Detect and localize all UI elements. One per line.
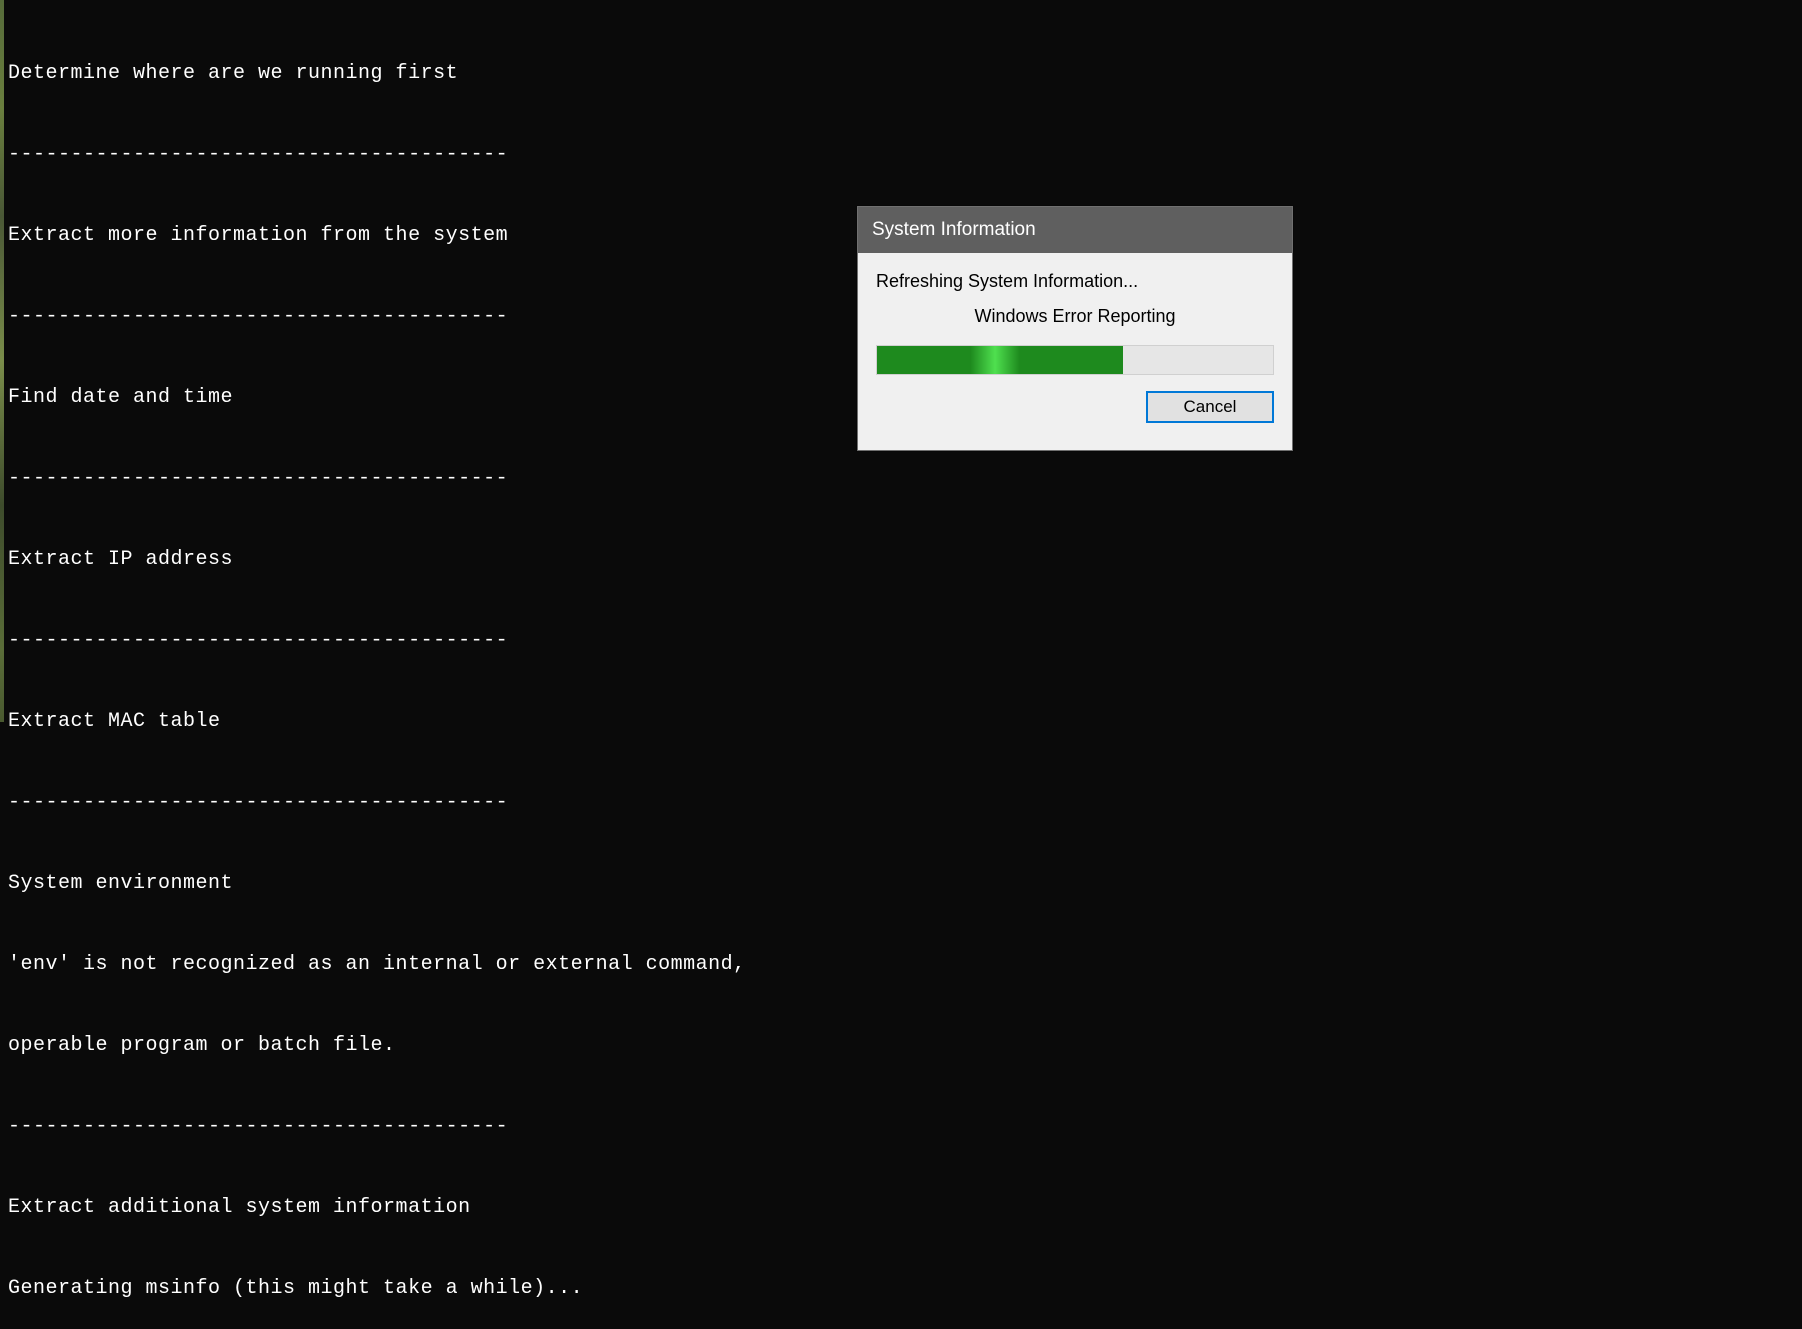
progress-fill [877, 346, 1123, 374]
dialog-title: System Information [872, 219, 1036, 241]
terminal-output: Determine where are we running first ---… [8, 6, 746, 1329]
dialog-task-text: Windows Error Reporting [876, 306, 1274, 327]
progress-bar [876, 345, 1274, 375]
terminal-line: Determine where are we running first [8, 60, 746, 87]
terminal-line: ---------------------------------------- [8, 627, 746, 654]
cancel-button[interactable]: Cancel [1146, 391, 1274, 423]
dialog-body: Refreshing System Information... Windows… [858, 253, 1292, 435]
terminal-line: System environment [8, 870, 746, 897]
terminal-line: ---------------------------------------- [8, 789, 746, 816]
desktop-edge [0, 0, 4, 722]
system-information-dialog: System Information Refreshing System Inf… [857, 206, 1293, 451]
terminal-line: ---------------------------------------- [8, 465, 746, 492]
dialog-button-row: Cancel [876, 391, 1274, 423]
terminal-line: operable program or batch file. [8, 1032, 746, 1059]
terminal-line: ---------------------------------------- [8, 303, 746, 330]
terminal-line: Generating msinfo (this might take a whi… [8, 1275, 746, 1302]
dialog-titlebar[interactable]: System Information [858, 207, 1292, 253]
terminal-line: ---------------------------------------- [8, 1113, 746, 1140]
terminal-line: ---------------------------------------- [8, 141, 746, 168]
terminal-line: Extract IP address [8, 546, 746, 573]
dialog-status-text: Refreshing System Information... [876, 271, 1274, 292]
terminal-line: Extract additional system information [8, 1194, 746, 1221]
terminal-line: Find date and time [8, 384, 746, 411]
terminal-line: Extract more information from the system [8, 222, 746, 249]
terminal-line: 'env' is not recognized as an internal o… [8, 951, 746, 978]
